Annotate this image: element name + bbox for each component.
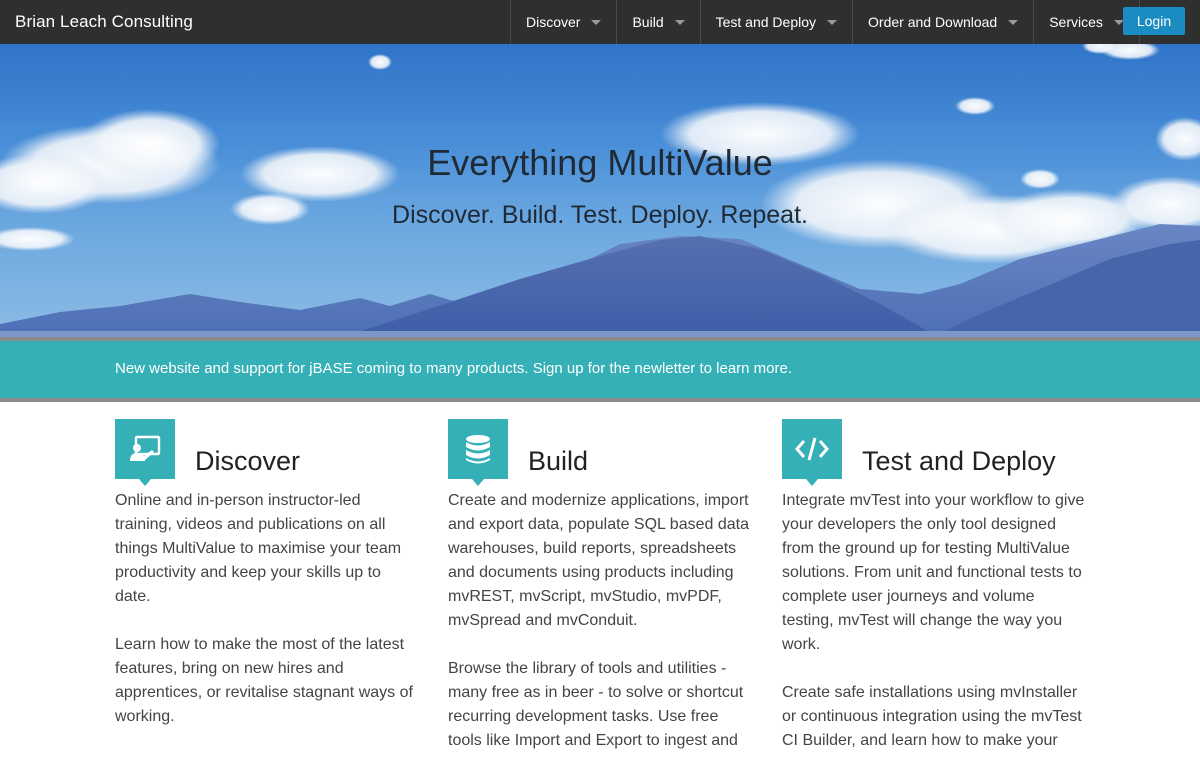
column-paragraph: Online and in-person instructor-led trai…: [115, 492, 402, 605]
column-title: Build: [528, 446, 589, 476]
brand-link[interactable]: Brian Leach Consulting: [15, 0, 193, 44]
nav-item-label: Test and Deploy: [715, 14, 817, 30]
chevron-down-icon: [591, 20, 602, 25]
nav-item-order-and-download[interactable]: Order and Download: [852, 0, 1033, 44]
chevron-down-icon: [674, 20, 685, 25]
hero-subtitle: Discover. Build. Test. Deploy. Repeat.: [392, 201, 808, 229]
column-title: Test and Deploy: [862, 446, 1056, 476]
presentation-icon[interactable]: [115, 419, 175, 486]
nav-item-label: Services: [1049, 14, 1103, 30]
nav-item-discover[interactable]: Discover: [510, 0, 616, 44]
column-body: Integrate mvTest into your workflow to g…: [782, 489, 1087, 777]
nav-item-label: Order and Download: [868, 14, 998, 30]
column-body: Create and modernize applications, impor…: [448, 489, 753, 777]
code-icon[interactable]: [782, 419, 842, 486]
nav-item-build[interactable]: Build: [616, 0, 699, 44]
database-icon[interactable]: [448, 419, 508, 486]
nav-menu: Discover Build Test and Deploy Order and…: [510, 0, 1140, 44]
column-body: Online and in-person instructor-led trai…: [115, 489, 420, 753]
nav-item-label: Build: [632, 14, 664, 30]
top-navbar: Brian Leach Consulting Discover Build Te…: [0, 0, 1200, 44]
column-paragraph: Integrate mvTest into your workflow to g…: [782, 492, 1085, 653]
hero-landscape-image: [0, 44, 1200, 338]
column-paragraph: Learn how to make the most of the latest…: [115, 636, 413, 725]
nav-item-label: Discover: [526, 14, 581, 30]
chevron-down-icon: [1008, 20, 1019, 25]
nav-item-test-and-deploy[interactable]: Test and Deploy: [699, 0, 852, 44]
column-paragraph: Create safe installations using mvInstal…: [782, 684, 1082, 749]
login-button[interactable]: Login: [1123, 7, 1185, 35]
hero-title: Everything MultiValue: [427, 142, 773, 183]
column-paragraph: Browse the library of tools and utilitie…: [448, 660, 744, 749]
divider: [0, 398, 1200, 402]
announcement-banner: New website and support for jBASE coming…: [0, 341, 1200, 398]
column-paragraph: Create and modernize applications, impor…: [448, 492, 749, 629]
hero-banner: Everything MultiValue Discover. Build. T…: [0, 44, 1200, 338]
column-title: Discover: [195, 446, 301, 476]
chevron-down-icon: [827, 20, 838, 25]
